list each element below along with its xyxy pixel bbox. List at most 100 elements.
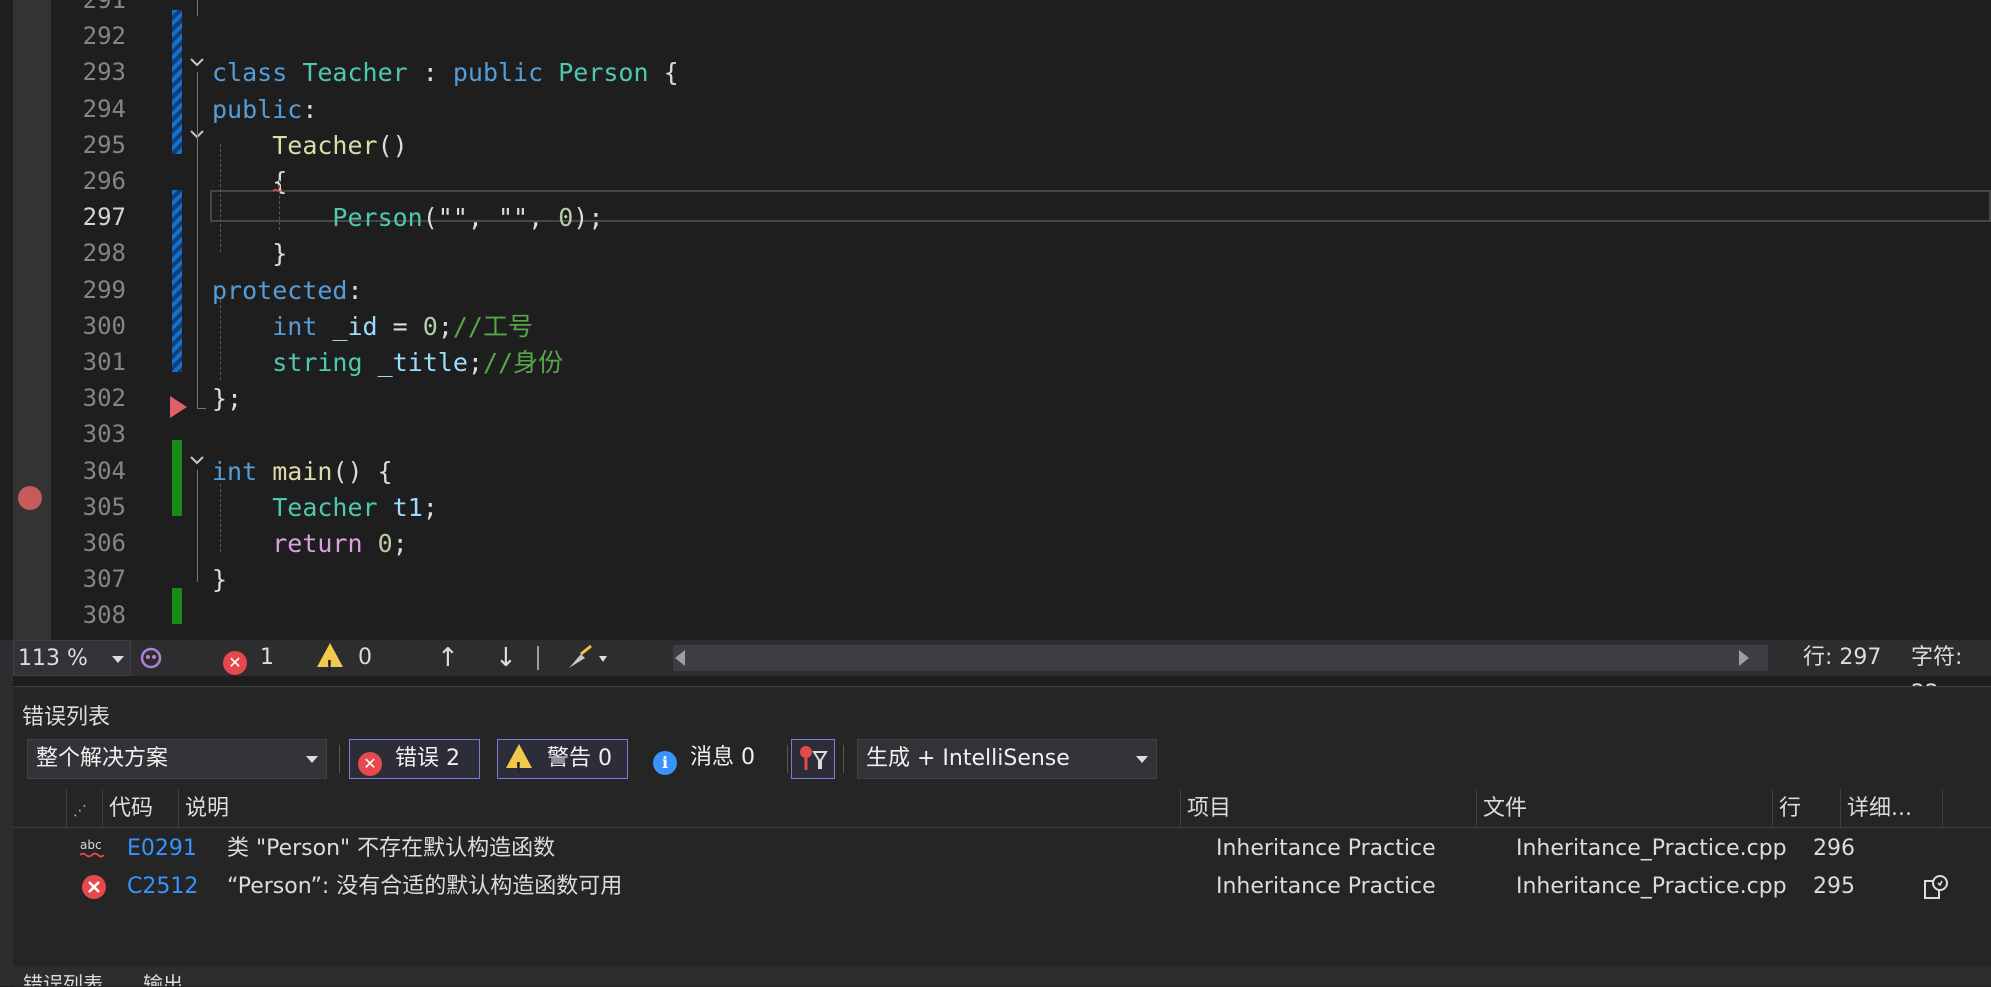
code-line[interactable]: } [212, 562, 227, 598]
error-icon: ✕ [223, 651, 247, 675]
code-line[interactable]: } [212, 236, 287, 272]
code-cleanup-icon[interactable] [565, 640, 613, 676]
next-statement-arrow-icon [170, 396, 187, 418]
error-project: Inheritance Practice [1216, 874, 1436, 899]
line-number: 305 [82, 493, 126, 521]
tab-output[interactable]: 输出 [143, 968, 183, 986]
code-line[interactable]: Person("", "", 0); [212, 200, 603, 236]
previous-issue-arrow-icon[interactable]: ↑ [437, 640, 459, 676]
code-line[interactable]: }; [212, 381, 242, 417]
scroll-left-icon[interactable] [675, 650, 685, 666]
column-header-project[interactable]: 项目 [1181, 789, 1477, 827]
code-line[interactable]: return 0; [212, 526, 408, 562]
line-number: 307 [82, 565, 126, 593]
info-icon: i [653, 751, 677, 775]
change-marker [172, 10, 182, 154]
line-number: 295 [82, 131, 126, 159]
structure-guide [197, 470, 198, 582]
editor-status-bar: 113 % ✕ 1 ! 0 ↑ ↓ 行: 297 字符: 22 [13, 640, 1991, 706]
scroll-right-icon[interactable] [1739, 650, 1749, 666]
code-editor[interactable]: 291 292 293 294 295 296 297 298 299 300 301 302 303 3… [0, 0, 1991, 640]
column-header-code[interactable]: 代码 [103, 789, 179, 827]
line-number: 297 [82, 203, 126, 231]
error-code-link[interactable]: C2512 [127, 869, 198, 905]
line-number: 293 [82, 58, 126, 86]
fold-chevron-icon[interactable] [187, 450, 207, 470]
fold-chevron-icon[interactable] [187, 52, 207, 72]
code-line[interactable]: Teacher t1; [212, 490, 438, 526]
separator [339, 745, 340, 773]
next-issue-arrow-icon[interactable]: ↓ [495, 640, 517, 676]
line-number: 292 [82, 22, 126, 50]
error-icon [81, 874, 107, 900]
table-row[interactable]: C2512 “Person”: 没有合适的默认构造函数可用 Inheritanc… [13, 869, 1991, 905]
error-line: 295 [1813, 874, 1855, 899]
line-indicator[interactable]: 行: 297 [1803, 640, 1881, 676]
zoom-value: 113 % [18, 646, 88, 671]
separator [537, 646, 539, 670]
indent-guide [220, 144, 221, 252]
bottom-tab-strip: 错误列表 输出 [13, 966, 1991, 986]
column-header-file[interactable]: 文件 [1477, 789, 1773, 827]
separator [843, 745, 844, 773]
code-line[interactable]: string _title;//身份 [212, 345, 563, 381]
indent-guide [220, 300, 221, 380]
copy-details-icon[interactable] [1921, 873, 1951, 903]
messages-filter-toggle[interactable]: i 消息 0 [649, 739, 779, 779]
column-header-details[interactable]: 详细... [1841, 789, 1943, 827]
line-number: 304 [82, 457, 126, 485]
glyph-margin[interactable] [13, 0, 51, 640]
panel-title: 错误列表 [22, 705, 111, 730]
horizontal-scrollbar[interactable] [673, 645, 1768, 671]
warning-count-indicator[interactable]: ! 0 [317, 640, 372, 676]
code-line[interactable]: Teacher() [212, 128, 407, 164]
code-line[interactable]: int _id = 0;//工号 [212, 309, 533, 345]
scope-dropdown[interactable]: 整个解决方案 [27, 739, 327, 779]
error-squiggle: ~ [272, 180, 283, 201]
line-number: 301 [82, 348, 126, 376]
structure-guide [197, 408, 206, 409]
line-number: 291 [82, 0, 126, 14]
structure-guide [197, 0, 198, 16]
indent-guide [220, 484, 221, 552]
error-list-panel: 错误列表 整个解决方案 ✕ 错误 2 ! 警告 0 i 消息 0 生成 + In… [13, 686, 1991, 987]
error-code-link[interactable]: E0291 [127, 831, 197, 867]
char-indicator[interactable]: 字符: 22 [1911, 640, 1991, 706]
warning-icon: ! [506, 744, 532, 777]
column-header-line[interactable]: 行 [1773, 789, 1841, 827]
structure-guide [197, 72, 198, 408]
line-number: 299 [82, 276, 126, 304]
errors-filter-toggle[interactable]: ✕ 错误 2 [349, 739, 480, 779]
change-marker [172, 190, 182, 372]
filter-icon [800, 746, 828, 770]
separator [787, 745, 788, 773]
table-row[interactable]: abc E0291 类 "Person" 不存在默认构造函数 Inheritan… [13, 831, 1991, 867]
code-line[interactable]: class Teacher : public Person { [212, 55, 679, 91]
line-number: 308 [82, 601, 126, 629]
error-icon: ✕ [358, 752, 382, 776]
line-number: 306 [82, 529, 126, 557]
line-number: 302 [82, 384, 126, 412]
source-dropdown[interactable]: 生成 + IntelliSense [857, 739, 1157, 779]
copilot-icon[interactable] [137, 640, 165, 676]
line-number: 294 [82, 95, 126, 123]
warnings-filter-toggle[interactable]: ! 警告 0 [497, 739, 628, 779]
column-header-description[interactable]: 说明 [179, 789, 1181, 827]
zoom-dropdown[interactable]: 113 % [13, 640, 131, 676]
error-file: Inheritance_Practice.cpp [1516, 836, 1787, 861]
error-project: Inheritance Practice [1216, 836, 1436, 861]
change-marker [172, 440, 182, 516]
filter-toggle[interactable] [791, 739, 835, 779]
code-line[interactable]: int main() { [212, 454, 393, 490]
type-column-header[interactable]: ⋰ [67, 789, 103, 827]
code-line[interactable]: public: [212, 92, 317, 128]
code-line[interactable]: protected: [212, 273, 363, 309]
error-line: 296 [1813, 836, 1855, 861]
line-number: 303 [82, 420, 126, 448]
error-list-header: ⋰ 代码 说明 项目 文件 行 详细... [13, 789, 1991, 828]
error-count-indicator[interactable]: ✕ 1 [223, 640, 274, 676]
change-marker [172, 588, 182, 624]
error-file: Inheritance_Practice.cpp [1516, 874, 1787, 899]
tab-error-list[interactable]: 错误列表 [23, 968, 103, 986]
breakpoint-icon[interactable] [18, 486, 42, 510]
